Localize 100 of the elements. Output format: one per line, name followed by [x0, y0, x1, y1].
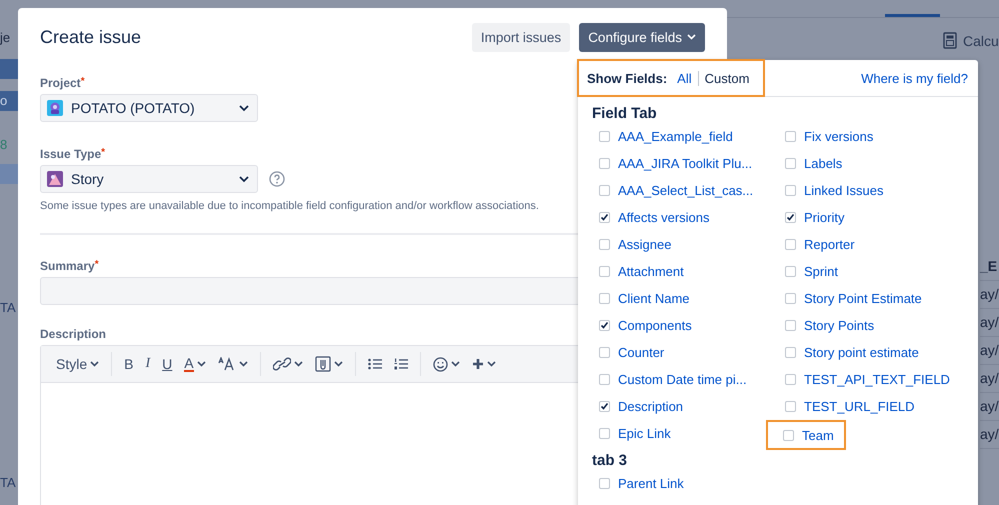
- checkbox[interactable]: [599, 293, 610, 304]
- field-option[interactable]: Linked Issues: [804, 183, 884, 198]
- page-text: 8: [0, 137, 8, 152]
- page-text: je: [0, 30, 12, 45]
- link-icon: [272, 356, 291, 372]
- field-option[interactable]: Client Name: [618, 291, 690, 306]
- smiley-icon: [432, 356, 448, 372]
- field-option[interactable]: Affects versions: [618, 210, 710, 225]
- checkbox[interactable]: [599, 212, 610, 223]
- bold-button[interactable]: B: [119, 351, 138, 377]
- field-label: Description: [40, 327, 106, 341]
- numbered-list-icon: [394, 358, 408, 370]
- field-option[interactable]: Counter: [618, 345, 664, 360]
- chevron-icon: [238, 361, 248, 367]
- field-option[interactable]: Story Points: [804, 318, 874, 333]
- toolbar-link[interactable]: Calcul: [963, 32, 999, 48]
- filter-option[interactable]: Custom: [698, 70, 756, 86]
- help-link[interactable]: Where is my field?: [861, 70, 968, 86]
- field-option[interactable]: Fix versions: [804, 129, 874, 144]
- chevron-icon: [294, 361, 303, 367]
- checkbox[interactable]: [599, 347, 610, 358]
- text-size-icon: [218, 357, 236, 371]
- field-option[interactable]: TEST_API_TEXT_FIELD: [804, 372, 950, 387]
- checkbox[interactable]: [599, 131, 610, 142]
- filter-label: Show Fields:: [587, 70, 668, 86]
- chevron-icon: [90, 361, 100, 367]
- chevron-icon: [196, 361, 206, 367]
- chevron-icon: [486, 361, 496, 367]
- chevron-icon: [239, 104, 249, 112]
- table-cell: ay/: [980, 421, 999, 449]
- checkbox[interactable]: [783, 430, 794, 440]
- field-option[interactable]: Sprint: [804, 264, 838, 279]
- section-heading: tab 3: [592, 452, 628, 469]
- field-option[interactable]: TEST_URL_FIELD: [804, 399, 915, 414]
- page-text: TA: [0, 300, 17, 315]
- checkbox[interactable]: [785, 293, 796, 304]
- field-option[interactable]: Components: [618, 318, 692, 333]
- checkbox[interactable]: [785, 158, 796, 169]
- checkbox[interactable]: [599, 158, 610, 169]
- table-cell: ay/: [980, 337, 999, 365]
- project-select[interactable]: POTATO (POTATO): [40, 94, 258, 122]
- page-text: TA: [0, 475, 17, 490]
- checkbox[interactable]: [785, 266, 796, 277]
- checkbox[interactable]: [785, 185, 796, 196]
- field-option[interactable]: AAA_Example_field: [618, 129, 733, 144]
- help-icon: [269, 171, 285, 187]
- text-color-button[interactable]: A: [179, 351, 211, 377]
- field-option[interactable]: Assignee: [618, 237, 672, 252]
- table-cell: ay/: [980, 309, 999, 337]
- checkbox[interactable]: [785, 401, 796, 412]
- checkbox[interactable]: [785, 320, 796, 331]
- chevron-icon: [450, 361, 460, 367]
- field-option[interactable]: Story point estimate: [804, 345, 919, 360]
- field-option[interactable]: AAA_Select_List_cas...: [618, 183, 754, 198]
- checkbox[interactable]: [599, 320, 610, 331]
- checkbox[interactable]: [599, 266, 610, 277]
- table-cell: ay/: [980, 393, 999, 421]
- paperclip-icon: [314, 356, 331, 372]
- style-dropdown[interactable]: Style: [51, 351, 104, 377]
- field-option[interactable]: Story Point Estimate: [804, 291, 922, 306]
- checkbox[interactable]: [785, 347, 796, 358]
- checkbox[interactable]: [599, 185, 610, 196]
- field-label: Summary*: [40, 259, 99, 273]
- field-option[interactable]: Reporter: [804, 237, 855, 252]
- field-option[interactable]: Team: [802, 428, 834, 442]
- field-option[interactable]: Attachment: [618, 264, 684, 279]
- field-option[interactable]: Labels: [804, 156, 842, 171]
- field-option[interactable]: Priority: [804, 210, 844, 225]
- dialog-title: Create issue: [40, 26, 142, 48]
- column-header: _E: [980, 253, 999, 281]
- chevron-icon: [334, 361, 343, 367]
- checkbox[interactable]: [599, 428, 610, 439]
- italic-button[interactable]: I: [140, 351, 156, 377]
- import-button[interactable]: Import issues: [472, 22, 570, 52]
- field-option[interactable]: AAA_JIRA Toolkit Plu...: [618, 156, 752, 171]
- configure-fields-button[interactable]: Configure fields: [579, 22, 705, 52]
- checkbox[interactable]: [785, 131, 796, 142]
- checkbox[interactable]: [785, 374, 796, 385]
- section-heading: Field Tab: [592, 105, 658, 122]
- field-option[interactable]: Parent Link: [618, 476, 684, 491]
- checkbox[interactable]: [785, 239, 796, 250]
- field-option[interactable]: Description: [618, 399, 684, 414]
- tab-bar: [0, 59, 18, 79]
- chevron-icon: [239, 176, 249, 182]
- help-text: Some issue types are unavailable due to incompatible field configuration and/or workflow associations.: [40, 200, 540, 212]
- field-option[interactable]: Epic Link: [618, 426, 671, 441]
- underline-button[interactable]: U: [157, 351, 178, 377]
- tab-underline: [885, 14, 940, 17]
- filter-option[interactable]: All: [671, 70, 698, 86]
- field-label: Project*: [40, 76, 85, 90]
- checkbox[interactable]: [599, 374, 610, 385]
- checkbox[interactable]: [599, 239, 610, 250]
- checkbox[interactable]: [785, 212, 796, 223]
- issue-type-icon: [47, 171, 63, 187]
- checkbox[interactable]: [599, 401, 610, 412]
- chevron-icon: [687, 34, 696, 40]
- table-cell: ay/: [980, 281, 999, 309]
- checkbox[interactable]: [599, 478, 610, 489]
- issue-type-select[interactable]: Story: [40, 165, 258, 193]
- page-bar: [0, 164, 18, 184]
